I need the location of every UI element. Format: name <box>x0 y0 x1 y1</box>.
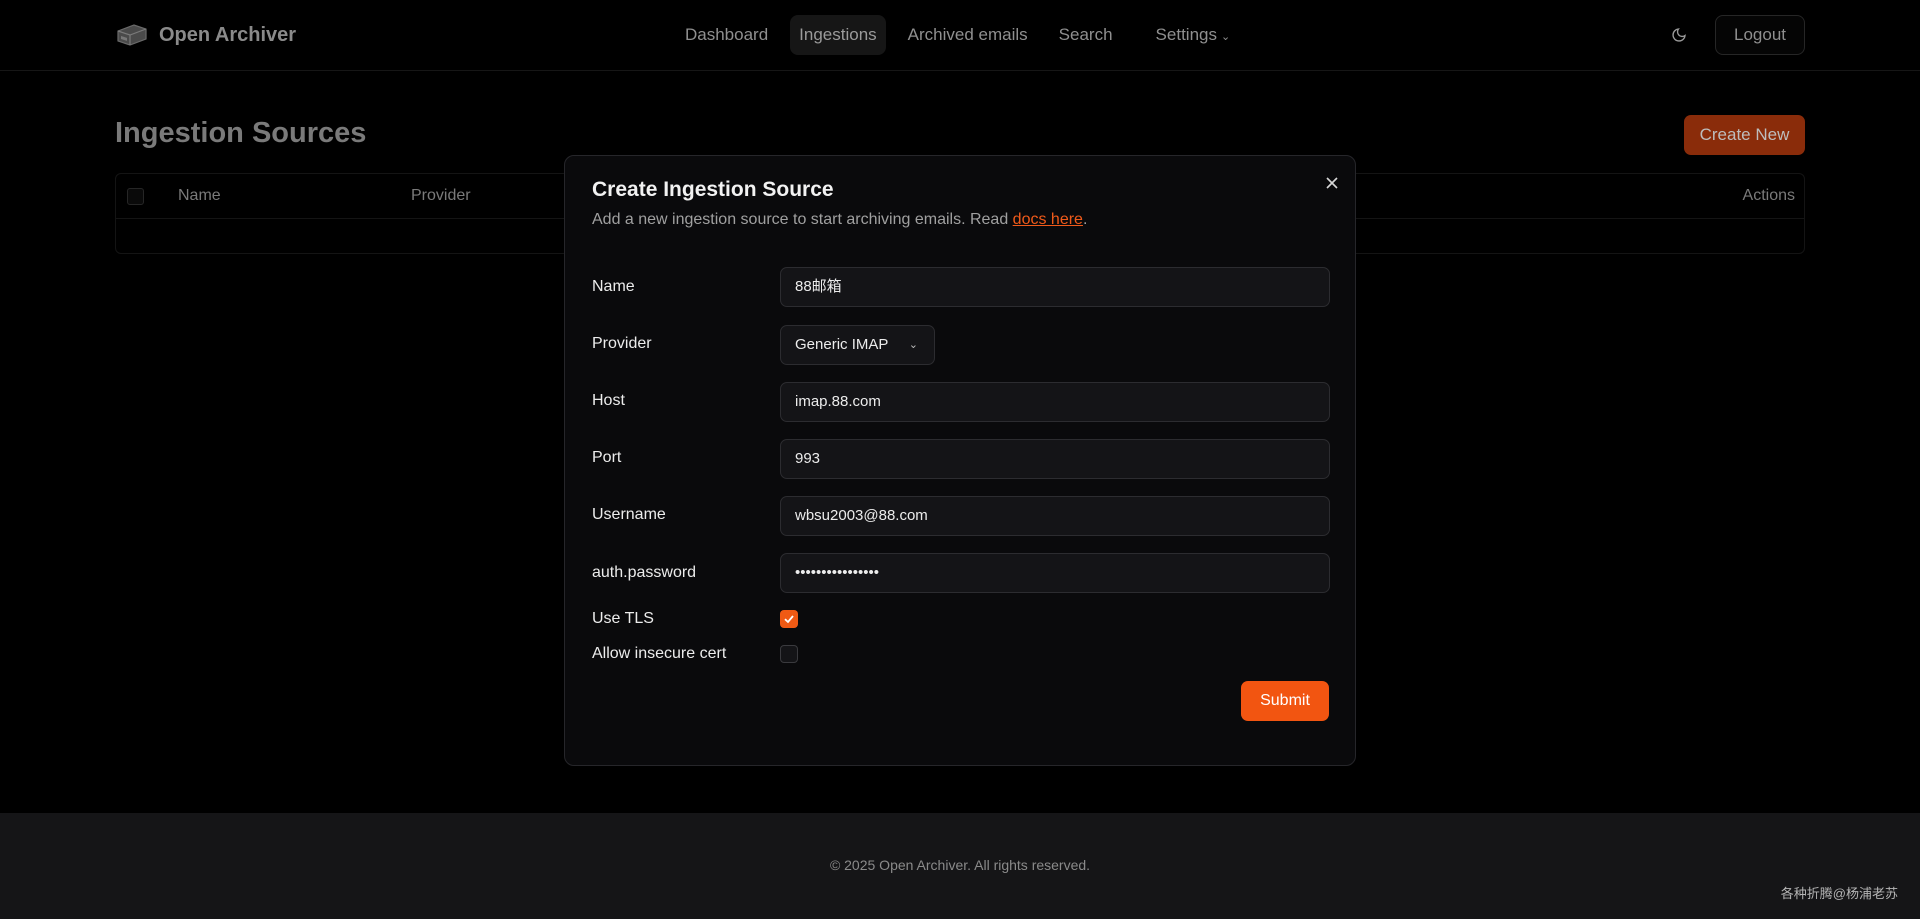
name-input[interactable]: 88邮箱 <box>780 267 1330 307</box>
footer-copyright: © 2025 Open Archiver. All rights reserve… <box>829 857 1091 873</box>
watermark-text: 各种折腾@杨浦老苏 <box>1780 886 1898 901</box>
dialog-description: Add a new ingestion source to start arch… <box>592 211 1087 229</box>
close-dialog-button[interactable] <box>1322 173 1342 193</box>
password-input[interactable]: •••••••••••••••• <box>780 553 1330 593</box>
host-input[interactable]: imap.88.com <box>780 382 1330 422</box>
column-header-actions: Actions <box>1742 187 1795 204</box>
archive-box-icon <box>117 24 147 46</box>
password-label: auth.password <box>592 564 697 581</box>
chevron-down-icon: ⌄ <box>908 339 918 351</box>
nav-search[interactable]: Search <box>1050 15 1122 55</box>
nav-settings[interactable]: Settings ⌄ <box>1147 15 1240 55</box>
username-input[interactable]: wbsu2003@88.com <box>780 496 1330 536</box>
create-new-button[interactable]: Create New <box>1684 115 1805 155</box>
use-tls-checkbox[interactable] <box>780 610 798 628</box>
close-icon <box>1326 177 1338 189</box>
app-name: Open Archiver <box>159 23 297 46</box>
footer: © 2025 Open Archiver. All rights reserve… <box>0 813 1920 919</box>
main-nav: Dashboard Ingestions Archived emails Sea… <box>676 15 1252 55</box>
port-input[interactable]: 993 <box>780 439 1330 479</box>
chevron-down-icon: ⌄ <box>1220 31 1231 43</box>
use-tls-label: Use TLS <box>592 610 654 627</box>
column-header-provider[interactable]: Provider <box>411 187 471 205</box>
provider-label: Provider <box>592 335 652 352</box>
check-icon <box>784 615 794 624</box>
docs-link[interactable]: docs here <box>1013 211 1083 228</box>
allow-insecure-label: Allow insecure cert <box>592 645 727 662</box>
nav-ingestions[interactable]: Ingestions <box>790 15 886 55</box>
port-label: Port <box>592 449 622 466</box>
logout-button[interactable]: Logout <box>1715 15 1805 55</box>
provider-select-value: Generic IMAP <box>795 336 889 353</box>
nav-settings-label: Settings <box>1155 25 1217 44</box>
submit-button[interactable]: Submit <box>1241 681 1329 721</box>
select-all-checkbox[interactable] <box>127 188 144 205</box>
brand-logo-link[interactable]: Open Archiver <box>115 20 296 50</box>
name-label: Name <box>592 278 635 295</box>
top-navbar: Open Archiver Dashboard Ingestions Archi… <box>0 0 1920 71</box>
nav-dashboard[interactable]: Dashboard <box>676 15 777 55</box>
host-label: Host <box>592 392 625 409</box>
allow-insecure-checkbox[interactable] <box>780 645 798 663</box>
page-title: Ingestion Sources <box>115 117 367 149</box>
dialog-description-end: . <box>1082 211 1088 228</box>
column-header-name[interactable]: Name <box>178 187 221 205</box>
theme-toggle-button[interactable] <box>1664 20 1694 50</box>
nav-archived-emails[interactable]: Archived emails <box>899 15 1037 55</box>
dialog-description-text: Add a new ingestion source to start arch… <box>592 211 1013 228</box>
username-label: Username <box>592 506 666 523</box>
create-ingestion-dialog: Create Ingestion Source Add a new ingest… <box>564 155 1356 766</box>
moon-icon <box>1672 28 1686 42</box>
provider-select[interactable]: Generic IMAP ⌄ <box>780 325 935 365</box>
dialog-title: Create Ingestion Source <box>592 178 834 201</box>
